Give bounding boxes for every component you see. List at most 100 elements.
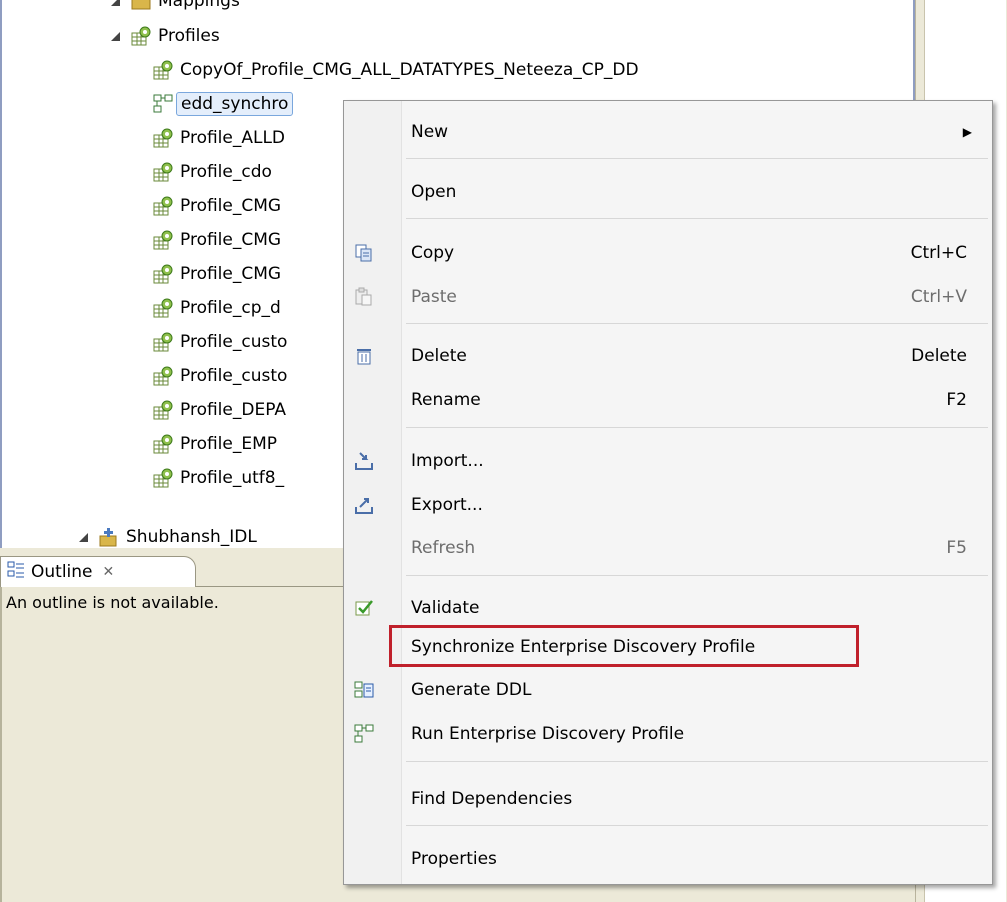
menu-separator bbox=[406, 761, 988, 762]
menu-item-generate-ddl[interactable]: Generate DDL bbox=[344, 668, 992, 712]
menu-item-label: Paste bbox=[411, 287, 457, 307]
close-icon[interactable]: ✕ bbox=[103, 564, 115, 580]
menu-separator bbox=[406, 218, 988, 219]
export-icon bbox=[352, 493, 376, 517]
menu-item-label: Generate DDL bbox=[411, 680, 532, 700]
menu-item-label: New bbox=[411, 122, 449, 142]
profile-icon bbox=[152, 195, 174, 217]
tree-node-label: Profile_cp_d bbox=[180, 298, 281, 318]
menu-item-label: Delete bbox=[411, 346, 467, 366]
menu-separator bbox=[406, 323, 988, 324]
profile-icon bbox=[152, 433, 174, 455]
tree-node-label: Profile_utf8_ bbox=[180, 468, 285, 488]
profile-icon bbox=[152, 127, 174, 149]
copy-icon bbox=[352, 241, 376, 265]
tree-node-label: Profile_cdo bbox=[180, 162, 272, 182]
tab-outline[interactable]: Outline ✕ bbox=[0, 556, 196, 587]
menu-item-import[interactable]: Import... bbox=[344, 439, 992, 483]
tree-node-label: CopyOf_Profile_CMG_ALL_DATATYPES_Neteeza… bbox=[180, 60, 639, 80]
menu-item-shortcut: F5 bbox=[946, 538, 967, 558]
outline-empty-message: An outline is not available. bbox=[6, 593, 219, 612]
mapping-folder-icon bbox=[130, 0, 152, 12]
tab-outline-label: Outline bbox=[31, 562, 93, 582]
profile-icon bbox=[152, 59, 174, 81]
profile-icon bbox=[152, 331, 174, 353]
menu-item-rename[interactable]: Rename F2 bbox=[344, 378, 992, 422]
menu-item-label: Properties bbox=[411, 849, 497, 869]
menu-item-open[interactable]: Open bbox=[344, 170, 992, 214]
tree-node-profile[interactable]: Profile_custo bbox=[152, 361, 287, 391]
menu-item-label: Validate bbox=[411, 598, 480, 618]
ide-window: Mappings Profiles CopyOf_Profile_CMG_ALL… bbox=[0, 0, 1007, 902]
profile-icon bbox=[152, 297, 174, 319]
tree-node-profile[interactable]: Profile_custo bbox=[152, 327, 287, 357]
profile-icon bbox=[130, 25, 152, 47]
profile-icon bbox=[152, 161, 174, 183]
menu-item-label: Refresh bbox=[411, 538, 476, 558]
tree-node-label: Profile_CMG bbox=[180, 230, 282, 250]
menu-item-label: Open bbox=[411, 182, 457, 202]
paste-icon bbox=[352, 285, 376, 309]
menu-item-label: Import... bbox=[411, 451, 484, 471]
menu-item-label: Copy bbox=[411, 243, 455, 263]
menu-separator bbox=[406, 158, 988, 159]
tree-node-label: Shubhansh_IDL bbox=[126, 527, 257, 547]
tree-node-label: Profile_CMG bbox=[180, 264, 282, 284]
tree-node-profile[interactable]: CopyOf_Profile_CMG_ALL_DATATYPES_Neteeza… bbox=[152, 55, 639, 85]
menu-item-shortcut: Ctrl+C bbox=[910, 243, 967, 263]
menu-item-shortcut: Delete bbox=[911, 346, 967, 366]
outline-icon bbox=[7, 561, 25, 584]
validate-icon bbox=[352, 596, 376, 620]
tree-node-profile[interactable]: Profile_CMG bbox=[152, 191, 281, 221]
collapse-triangle-icon[interactable] bbox=[76, 530, 90, 544]
profile-icon bbox=[152, 467, 174, 489]
collapse-triangle-icon[interactable] bbox=[108, 29, 122, 43]
tree-node-profiles-folder[interactable]: Profiles bbox=[108, 21, 220, 51]
tree-node-project[interactable]: Shubhansh_IDL bbox=[76, 522, 257, 548]
profile-icon bbox=[152, 399, 174, 421]
menu-item-shortcut: F2 bbox=[946, 390, 967, 410]
menu-item-refresh[interactable]: Refresh F5 bbox=[344, 526, 992, 570]
menu-item-new[interactable]: New ▶ bbox=[344, 110, 992, 154]
menu-item-shortcut: Ctrl+V bbox=[910, 287, 967, 307]
tree-node-label: Profile_CMG bbox=[180, 196, 282, 216]
menu-item-validate[interactable]: Validate bbox=[344, 586, 992, 630]
profile-icon bbox=[152, 229, 174, 251]
menu-item-run-edp[interactable]: Run Enterprise Discovery Profile bbox=[344, 712, 992, 756]
profile-icon bbox=[152, 365, 174, 387]
tree-node-label: Mappings bbox=[158, 0, 240, 11]
context-menu: New ▶ Open Copy Ctrl+C Paste Ctrl+V Dele… bbox=[343, 100, 993, 885]
tree-node-label: Profile_DEPA bbox=[180, 400, 286, 420]
tree-node-profile[interactable]: Profile_ALLD bbox=[152, 123, 285, 153]
tree-node-profile[interactable]: Profile_utf8_ bbox=[152, 463, 284, 493]
tree-node-label: Profile_ALLD bbox=[180, 128, 286, 148]
menu-item-label: Rename bbox=[411, 390, 481, 410]
trash-icon bbox=[352, 344, 376, 368]
enterprise-discovery-profile-icon bbox=[352, 722, 376, 746]
tree-node-edd-selected[interactable]: edd_synchro bbox=[152, 89, 294, 119]
tree-node-profile[interactable]: Profile_cp_d bbox=[152, 293, 281, 323]
menu-item-export[interactable]: Export... bbox=[344, 483, 992, 527]
profile-icon bbox=[152, 263, 174, 285]
menu-item-label: Run Enterprise Discovery Profile bbox=[411, 724, 685, 744]
enterprise-discovery-profile-icon bbox=[152, 93, 174, 115]
menu-item-paste[interactable]: Paste Ctrl+V bbox=[344, 275, 992, 319]
tree-node-profile[interactable]: Profile_CMG bbox=[152, 259, 281, 289]
menu-item-properties[interactable]: Properties bbox=[344, 837, 992, 881]
tree-node-label: Profiles bbox=[158, 26, 220, 46]
menu-item-label: Find Dependencies bbox=[411, 789, 573, 809]
tree-node-profile[interactable]: Profile_EMP bbox=[152, 429, 277, 459]
menu-item-delete[interactable]: Delete Delete bbox=[344, 334, 992, 378]
tree-node-profile[interactable]: Profile_cdo bbox=[152, 157, 272, 187]
tree-node-profile[interactable]: Profile_DEPA bbox=[152, 395, 286, 425]
menu-item-find-dependencies[interactable]: Find Dependencies bbox=[344, 777, 992, 821]
menu-separator bbox=[406, 825, 988, 826]
tree-node-label: edd_synchro bbox=[176, 92, 294, 116]
tree-node-profile[interactable]: Profile_CMG bbox=[152, 225, 281, 255]
menu-item-synchronize-edp[interactable]: Synchronize Enterprise Discovery Profile bbox=[344, 625, 992, 669]
project-icon bbox=[98, 526, 120, 548]
tree-node-mappings[interactable]: Mappings bbox=[108, 0, 240, 16]
menu-item-copy[interactable]: Copy Ctrl+C bbox=[344, 231, 992, 275]
submenu-arrow-icon: ▶ bbox=[962, 125, 972, 139]
collapse-triangle-icon[interactable] bbox=[108, 0, 122, 8]
